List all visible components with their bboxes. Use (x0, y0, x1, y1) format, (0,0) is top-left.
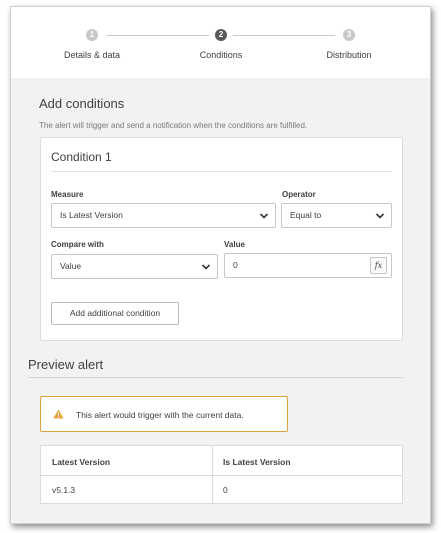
measure-select-value: Is Latest Version (60, 210, 123, 220)
chevron-down-icon (259, 213, 269, 219)
step-distribution[interactable]: 3 Distribution (289, 29, 409, 60)
step-details-data[interactable]: 1 Details & data (32, 29, 152, 60)
section-title: Add conditions (39, 96, 125, 111)
preview-title: Preview alert (28, 357, 104, 372)
compare-with-select[interactable]: Value (51, 254, 218, 279)
step-conditions[interactable]: 2 Conditions (161, 29, 281, 60)
operator-select-value: Equal to (290, 210, 322, 220)
column-header: Is Latest Version (223, 457, 291, 467)
step-label: Conditions (199, 50, 243, 60)
condition-card: Condition 1 Measure Is Latest Version Op… (40, 137, 403, 341)
measure-label: Measure (51, 190, 84, 199)
step-label: Details & data (63, 50, 121, 60)
step-number-badge: 3 (343, 29, 355, 41)
warning-text: This alert would trigger with the curren… (76, 410, 244, 420)
chevron-down-icon (375, 213, 385, 219)
table-cell: 0 (223, 485, 228, 495)
operator-label: Operator (282, 190, 316, 199)
preview-table: Latest Version Is Latest Version v5.1.3 … (40, 445, 403, 504)
value-input-text: 0 (233, 260, 238, 270)
section-description: The alert will trigger and send a notifi… (39, 121, 308, 130)
measure-select[interactable]: Is Latest Version (51, 203, 276, 228)
step-number-badge: 2 (215, 29, 227, 41)
column-header: Latest Version (52, 457, 111, 467)
step-label: Distribution (326, 50, 372, 60)
add-additional-condition-button[interactable]: Add additional condition (51, 302, 179, 325)
condition-title: Condition 1 (51, 150, 112, 164)
warning-banner: This alert would trigger with the curren… (40, 396, 288, 432)
chevron-down-icon (201, 264, 211, 270)
column-divider (212, 446, 213, 503)
value-label: Value (224, 240, 245, 249)
value-input[interactable]: 0 fx (224, 253, 392, 278)
compare-with-select-value: Value (60, 261, 82, 271)
step-number-badge: 1 (86, 29, 98, 41)
row-divider (41, 475, 402, 476)
wizard-stepper: 1 Details & data 2 Conditions 3 Distribu… (11, 7, 430, 78)
operator-select[interactable]: Equal to (281, 203, 392, 228)
table-cell: v5.1.3 (52, 485, 76, 495)
divider (28, 377, 403, 378)
expression-editor-button[interactable]: fx (370, 257, 387, 274)
compare-with-label: Compare with (51, 240, 104, 249)
divider (51, 171, 392, 172)
alert-dialog: 1 Details & data 2 Conditions 3 Distribu… (10, 6, 431, 524)
warning-icon (53, 409, 64, 419)
